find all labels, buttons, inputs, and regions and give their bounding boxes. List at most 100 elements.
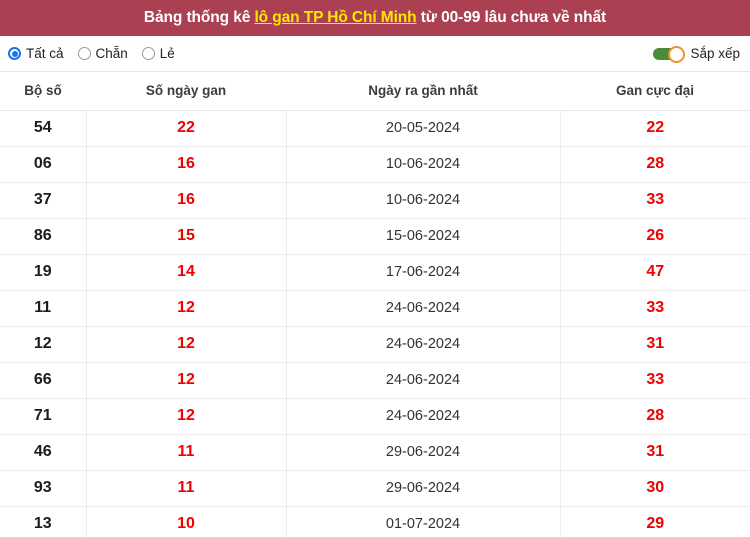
cell-gan-cuc-dai: 33 [560, 290, 750, 327]
cell-bo-so: 37 [0, 182, 87, 219]
table-row[interactable]: 86 15 15-06-2024 26 [0, 218, 750, 255]
table-row[interactable]: 11 12 24-06-2024 33 [0, 290, 750, 327]
cell-so-ngay-gan-value: 14 [177, 263, 195, 280]
cell-ngay-ra-gan-nhat: 24-06-2024 [286, 326, 561, 363]
cell-gan-cuc-dai-value: 31 [646, 335, 665, 352]
radio-icon-tat-ca[interactable] [8, 47, 21, 60]
cell-gan-cuc-dai-value: 22 [646, 119, 665, 136]
table-header: Bộ số Số ngày gan Ngày ra gần nhất Gan c… [0, 72, 750, 111]
cell-so-ngay-gan: 14 [86, 254, 287, 291]
filter-controls-bar: Tất cả Chẵn Lẻ Sắp xếp [0, 36, 750, 72]
toggle-switch-icon[interactable] [653, 46, 686, 63]
cell-ngay-ra-gan-nhat-value: 24-06-2024 [385, 408, 461, 424]
cell-so-ngay-gan-value: 10 [177, 515, 195, 532]
cell-gan-cuc-dai-value: 29 [646, 515, 665, 532]
cell-so-ngay-gan-value: 12 [177, 335, 195, 352]
cell-bo-so: 54 [0, 110, 87, 147]
cell-gan-cuc-dai-value: 33 [646, 191, 665, 208]
cell-bo-so-value: 19 [33, 263, 52, 280]
radio-label-le: Lẻ [159, 46, 175, 61]
cell-gan-cuc-dai: 31 [560, 434, 750, 471]
radio-option-tat-ca[interactable]: Tất cả [8, 46, 64, 61]
sort-toggle-control[interactable]: Sắp xếp [653, 46, 740, 63]
column-header-so-ngay-gan: Số ngày gan [86, 72, 286, 111]
cell-ngay-ra-gan-nhat: 29-06-2024 [286, 434, 561, 471]
cell-bo-so: 12 [0, 326, 87, 363]
radio-icon-le[interactable] [141, 47, 155, 60]
table-row[interactable]: 13 10 01-07-2024 29 [0, 506, 750, 537]
cell-gan-cuc-dai-value: 33 [646, 299, 665, 316]
cell-gan-cuc-dai-value: 26 [646, 227, 665, 244]
cell-gan-cuc-dai: 30 [560, 470, 750, 507]
cell-so-ngay-gan-value: 11 [177, 479, 195, 496]
cell-ngay-ra-gan-nhat-value: 17-06-2024 [385, 264, 461, 280]
cell-so-ngay-gan: 11 [86, 470, 287, 507]
cell-gan-cuc-dai: 28 [560, 398, 750, 435]
lo-gan-stats-page: Bảng thống kê lô gan TP Hồ Chí Minh từ 0… [0, 0, 750, 537]
cell-ngay-ra-gan-nhat: 10-06-2024 [286, 146, 561, 183]
cell-ngay-ra-gan-nhat-value: 29-06-2024 [385, 444, 461, 460]
cell-gan-cuc-dai: 28 [560, 146, 750, 183]
cell-so-ngay-gan: 16 [86, 182, 287, 219]
cell-bo-so: 71 [0, 398, 87, 435]
radio-option-le[interactable]: Lẻ [141, 46, 175, 61]
cell-ngay-ra-gan-nhat: 24-06-2024 [286, 398, 561, 435]
cell-so-ngay-gan-value: 11 [177, 443, 195, 460]
cell-bo-so-value: 46 [33, 443, 52, 460]
cell-ngay-ra-gan-nhat: 24-06-2024 [286, 290, 561, 327]
cell-so-ngay-gan: 12 [86, 326, 287, 363]
cell-bo-so-value: 71 [33, 407, 52, 424]
cell-gan-cuc-dai: 33 [560, 362, 750, 399]
cell-so-ngay-gan-value: 12 [177, 407, 195, 424]
radio-option-chan[interactable]: Chẵn [77, 46, 128, 61]
cell-ngay-ra-gan-nhat-value: 24-06-2024 [385, 372, 461, 388]
cell-gan-cuc-dai-value: 30 [646, 479, 665, 496]
toggle-knob[interactable] [668, 46, 686, 63]
cell-gan-cuc-dai: 26 [560, 218, 750, 255]
cell-ngay-ra-gan-nhat-value: 29-06-2024 [385, 480, 461, 496]
filter-radio-group: Tất cả Chẵn Lẻ [8, 46, 175, 61]
cell-ngay-ra-gan-nhat-value: 24-06-2024 [385, 336, 461, 352]
cell-bo-so-value: 06 [33, 155, 52, 172]
cell-so-ngay-gan-value: 15 [177, 227, 195, 244]
radio-icon-chan[interactable] [77, 47, 91, 60]
cell-bo-so-value: 93 [33, 479, 52, 496]
cell-bo-so: 19 [0, 254, 87, 291]
cell-bo-so-value: 54 [33, 119, 52, 136]
cell-so-ngay-gan: 10 [86, 506, 287, 537]
cell-ngay-ra-gan-nhat: 10-06-2024 [286, 182, 561, 219]
page-title-banner: Bảng thống kê lô gan TP Hồ Chí Minh từ 0… [0, 0, 750, 36]
page-title: Bảng thống kê lô gan TP Hồ Chí Minh từ 0… [144, 9, 606, 27]
cell-ngay-ra-gan-nhat-value: 15-06-2024 [385, 228, 461, 244]
cell-gan-cuc-dai-value: 28 [646, 407, 665, 424]
cell-gan-cuc-dai-value: 47 [646, 263, 665, 280]
cell-ngay-ra-gan-nhat: 17-06-2024 [286, 254, 561, 291]
table-row[interactable]: 46 11 29-06-2024 31 [0, 434, 750, 471]
table-row[interactable]: 66 12 24-06-2024 33 [0, 362, 750, 399]
cell-ngay-ra-gan-nhat: 01-07-2024 [286, 506, 561, 537]
column-header-ngay-ra-gan-nhat: Ngày ra gần nhất [286, 72, 560, 111]
cell-ngay-ra-gan-nhat-value: 20-05-2024 [385, 120, 461, 136]
cell-gan-cuc-dai-value: 33 [646, 371, 665, 388]
table-row[interactable]: 12 12 24-06-2024 31 [0, 326, 750, 363]
cell-gan-cuc-dai: 22 [560, 110, 750, 147]
table-row[interactable]: 19 14 17-06-2024 47 [0, 254, 750, 291]
table-row[interactable]: 71 12 24-06-2024 28 [0, 398, 750, 435]
table-header-row: Bộ số Số ngày gan Ngày ra gần nhất Gan c… [0, 72, 750, 111]
table-row[interactable]: 54 22 20-05-2024 22 [0, 110, 750, 147]
table-row[interactable]: 06 16 10-06-2024 28 [0, 146, 750, 183]
cell-so-ngay-gan-value: 22 [177, 119, 195, 136]
cell-so-ngay-gan: 12 [86, 398, 287, 435]
table-row[interactable]: 37 16 10-06-2024 33 [0, 182, 750, 219]
lo-gan-table: Bộ số Số ngày gan Ngày ra gần nhất Gan c… [0, 72, 750, 537]
cell-bo-so: 66 [0, 362, 87, 399]
cell-ngay-ra-gan-nhat-value: 24-06-2024 [385, 300, 461, 316]
cell-so-ngay-gan: 22 [86, 110, 287, 147]
page-title-link[interactable]: lô gan TP Hồ Chí Minh [254, 9, 416, 26]
cell-bo-so-value: 86 [33, 227, 52, 244]
table-body: 54 22 20-05-2024 22 06 16 10-06-2024 28 37 16 10-0… [0, 110, 750, 537]
cell-so-ngay-gan-value: 12 [177, 299, 195, 316]
cell-ngay-ra-gan-nhat: 29-06-2024 [286, 470, 561, 507]
cell-ngay-ra-gan-nhat: 15-06-2024 [286, 218, 561, 255]
table-row[interactable]: 93 11 29-06-2024 30 [0, 470, 750, 507]
